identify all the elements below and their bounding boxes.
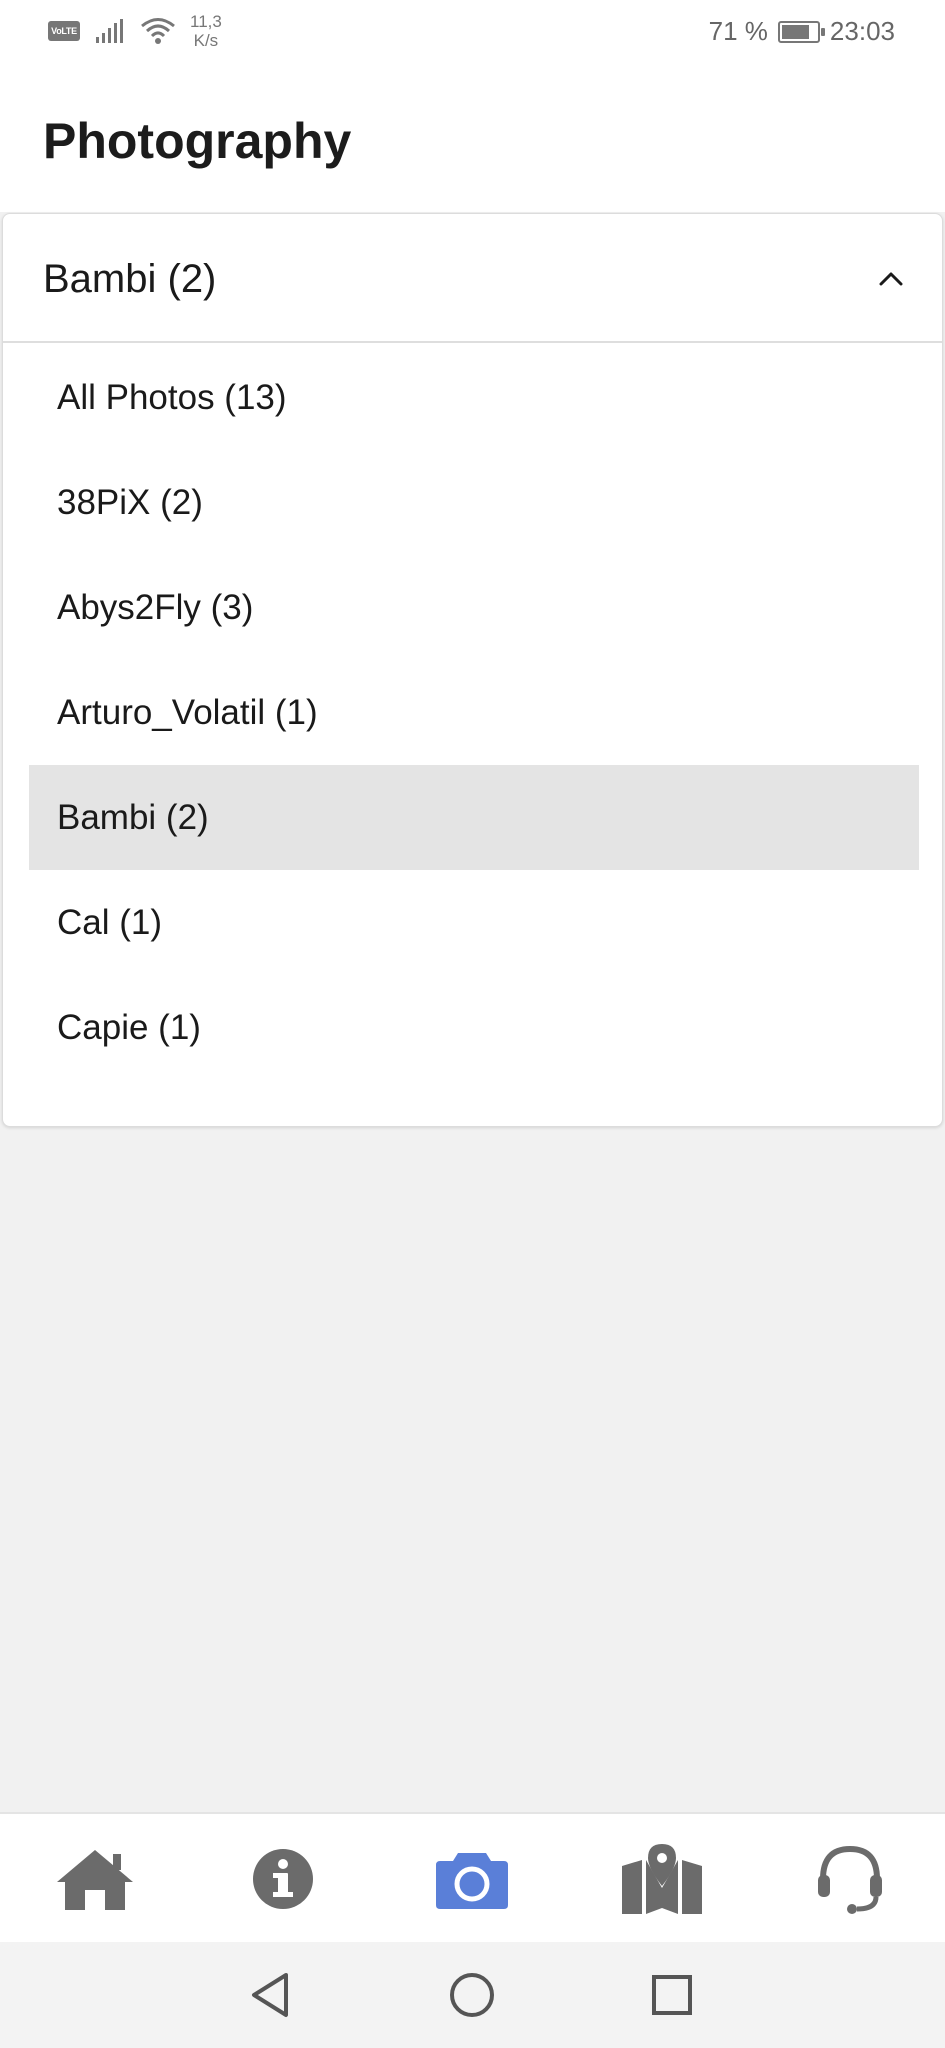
tab-info[interactable] <box>223 1814 343 1944</box>
home-icon <box>57 1850 133 1910</box>
page-title: Photography <box>43 113 352 169</box>
tab-map[interactable] <box>602 1814 722 1944</box>
home-button[interactable] <box>437 1960 507 2030</box>
bottom-tab-bar <box>0 1812 945 1942</box>
back-icon <box>252 1973 288 2017</box>
screen: VoLTE 11,3 K/s 71 % 23:03 Photography Ba… <box>0 0 945 2048</box>
recents-icon <box>652 1975 692 2015</box>
volte-badge: VoLTE <box>48 21 80 41</box>
chevron-up-icon <box>879 272 903 286</box>
back-button[interactable] <box>235 1960 305 2030</box>
status-right: 71 % 23:03 <box>709 16 895 47</box>
info-icon <box>253 1849 313 1909</box>
app-header: Photography <box>0 68 945 212</box>
headset-icon <box>818 1845 882 1914</box>
tab-contact[interactable] <box>790 1814 910 1944</box>
recents-button[interactable] <box>637 1960 707 2030</box>
dropdown-option[interactable]: Abys2Fly (3) <box>29 555 919 660</box>
dropdown-option-selected[interactable]: Bambi (2) <box>29 765 919 870</box>
dropdown-option[interactable]: Arturo_Volatil (1) <box>29 660 919 765</box>
map-icon <box>622 1844 702 1914</box>
dropdown-option[interactable]: Cal (1) <box>29 870 919 975</box>
tab-home[interactable] <box>35 1814 155 1944</box>
net-speed-value: 11,3 <box>190 12 222 31</box>
dropdown-options: All Photos (13) 38PiX (2) Abys2Fly (3) A… <box>29 345 919 1080</box>
net-speed-unit: K/s <box>193 31 219 50</box>
battery-icon <box>777 20 825 43</box>
signal-icon <box>96 19 123 43</box>
dropdown-option[interactable]: 38PiX (2) <box>29 450 919 555</box>
net-speed: 11,3 K/s <box>190 12 222 50</box>
dropdown-toggle[interactable]: Bambi (2) <box>3 214 942 343</box>
tab-photography[interactable] <box>412 1814 532 1944</box>
photographer-dropdown: Bambi (2) All Photos (13) 38PiX (2) Abys… <box>2 213 943 1127</box>
status-left: VoLTE 11,3 K/s <box>48 12 222 50</box>
dropdown-option[interactable]: All Photos (13) <box>29 345 919 450</box>
dropdown-option[interactable]: Capie (1) <box>29 975 919 1080</box>
clock: 23:03 <box>829 16 895 46</box>
home-circle-icon <box>450 1973 494 2017</box>
battery-percent: 71 % <box>708 16 768 46</box>
dropdown-selected-value: Bambi (2) <box>43 257 217 301</box>
status-bar: VoLTE 11,3 K/s 71 % 23:03 <box>0 0 945 68</box>
wifi-icon <box>141 18 175 44</box>
camera-icon <box>436 1853 508 1909</box>
system-nav-bar <box>0 1942 945 2048</box>
